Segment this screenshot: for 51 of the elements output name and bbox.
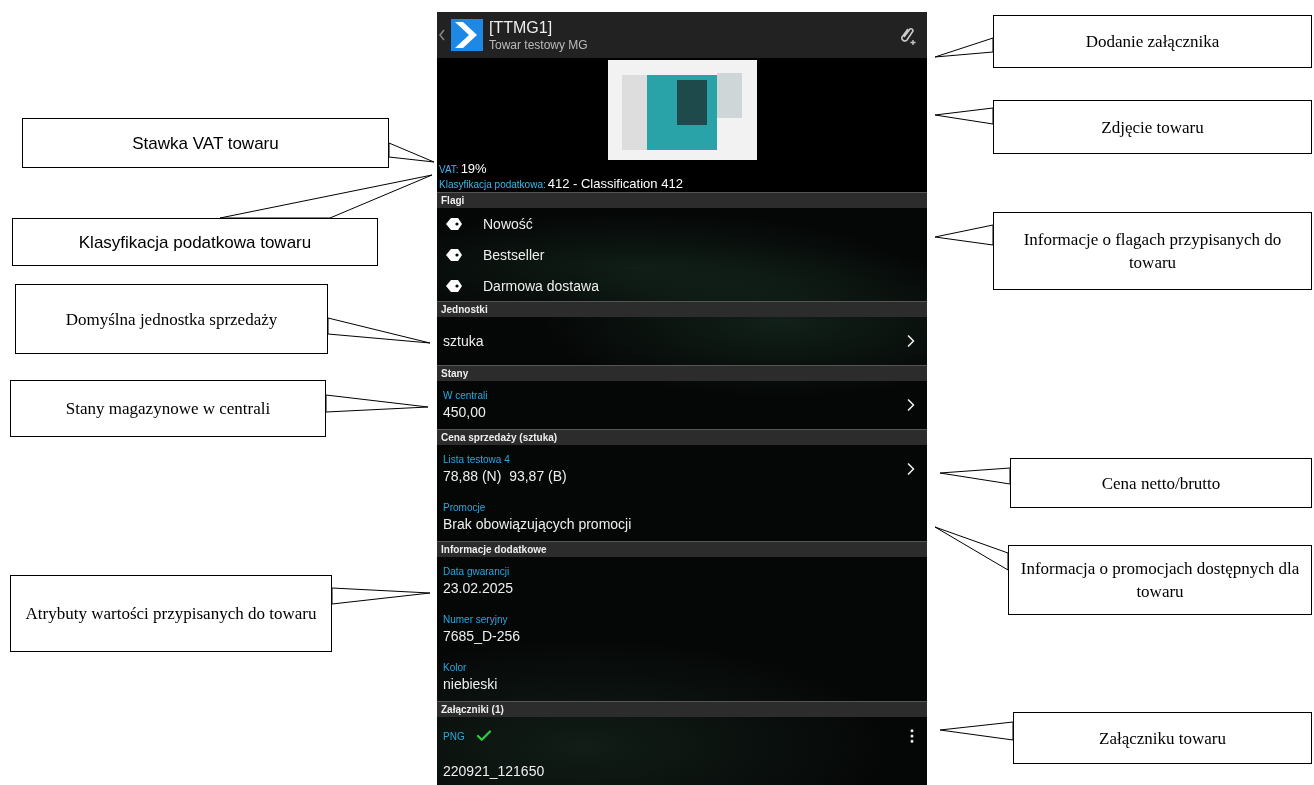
callout-box: Domyślna jednostka sprzedaży (15, 284, 328, 354)
field-label: Promocje (443, 502, 487, 513)
callout-box: Stany magazynowe w centrali (10, 380, 326, 437)
callout-pointer (934, 224, 994, 246)
file-name[interactable]: 220921_121650 (443, 763, 921, 779)
section-header: Informacje dodatkowe (437, 541, 927, 557)
callout-box: Załączniku towaru (1013, 712, 1312, 764)
section-header: Cena sprzedaży (sztuka) (437, 429, 927, 445)
callout-box: Informacja o promocjach dostępnych dla towaru (1008, 545, 1312, 615)
field-value: 7685_D-256 (443, 628, 522, 644)
field-value: 23.02.2025 (443, 580, 515, 596)
field-label: Kolor (443, 662, 468, 673)
file-type: PNG (443, 730, 465, 742)
callout-box: Atrybuty wartości przypisanych do towaru (10, 575, 332, 652)
callout-pointer (388, 142, 435, 163)
callout-box: Zdjęcie towaru (993, 100, 1312, 154)
flag-label: Bestseller (483, 246, 545, 263)
callout-box: Dodanie załącznika (993, 15, 1312, 68)
callout-pointer (934, 37, 994, 58)
tag-icon (445, 247, 463, 262)
section-header: Flagi (437, 192, 927, 208)
callout-box: Informacje o flagach przypisanych do towaru (993, 212, 1312, 290)
field-label: W centrali (443, 390, 489, 401)
callout-pointer (939, 467, 1011, 485)
callout-pointer (934, 107, 994, 125)
field-label: Data gwarancji (443, 566, 511, 577)
tag-icon (445, 278, 463, 293)
callout-box: Klasyfikacja podatkowa towaru (12, 218, 378, 266)
field-label: Numer seryjny (443, 614, 509, 625)
section-header: Jednostki (437, 301, 927, 317)
field-value: 78,88 (N) 93,87 (B) (443, 468, 568, 484)
callout-box: Stawka VAT towaru (22, 118, 389, 168)
product-name: Towar testowy MG (489, 36, 589, 53)
field-value: sztuka (443, 333, 485, 349)
section-header: Stany (437, 365, 927, 381)
tag-icon (445, 216, 463, 231)
field-value: niebieski (443, 676, 499, 692)
flag-label: Darmowa dostawa (483, 277, 599, 294)
vat-label: VAT: (439, 163, 459, 177)
tax-class-label: Klasyfikacja podatkowa: (439, 178, 546, 192)
field-value: Brak obowiązujących promocji (443, 516, 633, 532)
field-value: 450,00 (443, 404, 487, 420)
back-icon[interactable] (439, 29, 445, 41)
app-logo-icon (451, 19, 483, 51)
flag-label: Nowość (483, 215, 533, 232)
section-header: Załączniki (1) (437, 701, 927, 717)
vat-value: 19% (460, 162, 487, 176)
tax-class-value: 412 - Classification 412 (547, 177, 683, 191)
callout-box: Cena netto/brutto (1010, 458, 1312, 508)
field-label: Lista testowa 4 (443, 454, 511, 465)
product-code: [TTMG1] (489, 17, 554, 37)
